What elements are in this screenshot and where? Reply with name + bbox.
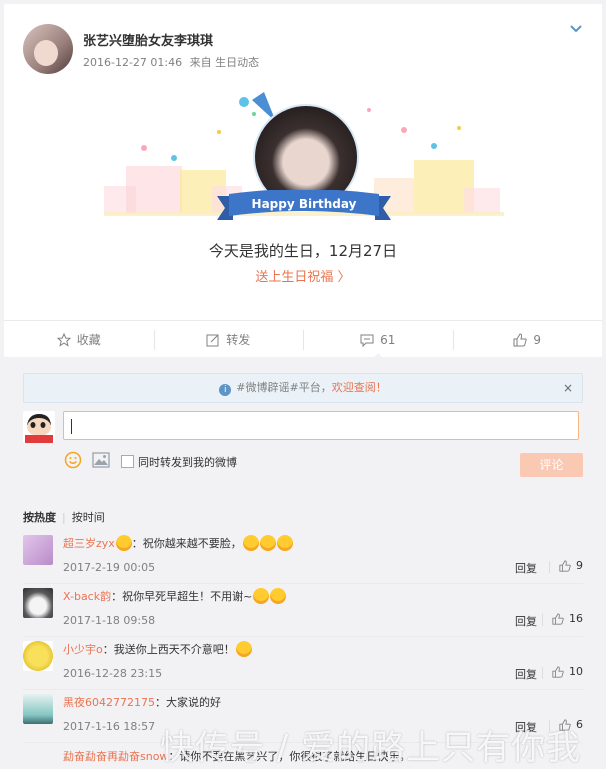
comment-item: 小少宇o：我送你上西天不介意吧！ 2016-12-28 23:15 回复 10	[23, 636, 583, 690]
comment-text: 超三岁zyx ：祝你越来越不要脸，	[63, 535, 293, 551]
thumbs-up-icon	[552, 612, 564, 625]
rumor-notice-bar: i #微博辟谣#平台，欢迎查阅！ ×	[23, 373, 583, 403]
post-meta: 2016-12-27 01:46 来自 生日动态	[83, 54, 263, 70]
comment-time: 2017-2-19 00:05	[63, 561, 156, 574]
chevron-down-icon[interactable]	[568, 20, 584, 36]
forward-to-my-weibo-label: 同时转发到我的微博	[138, 456, 237, 469]
ribbon-label: Happy Birthday	[251, 197, 357, 211]
comment-like-button[interactable]: 10	[542, 665, 583, 679]
comment-text: 小少宇o：我送你上西天不介意吧！	[63, 641, 252, 657]
emoji-icon	[276, 535, 293, 551]
forward-label: 转发	[226, 333, 251, 347]
my-avatar[interactable]	[23, 411, 55, 443]
thumbs-up-icon	[552, 665, 564, 678]
comment-body: ：祝你早死早超生！不用谢~	[111, 590, 253, 603]
commenter-avatar[interactable]	[23, 535, 53, 565]
poster-username[interactable]: 张艺兴堕胎女友李琪琪	[83, 30, 213, 49]
like-button[interactable]: 9	[452, 321, 603, 358]
commenter-name[interactable]: 小少宇o	[63, 643, 103, 656]
emoji-icon	[259, 535, 276, 551]
submit-comment-button[interactable]: 评论	[520, 453, 583, 477]
comment-button[interactable]: 61	[303, 321, 453, 359]
notice-link[interactable]: 欢迎查阅！	[332, 381, 387, 394]
comment-text: 黑夜6042772175：大家说的好	[63, 694, 221, 710]
comment-time: 2017-1-18 09:58	[63, 614, 156, 627]
commenter-name[interactable]: 超三岁zyx	[63, 537, 115, 550]
star-icon	[56, 332, 71, 347]
image-upload-icon[interactable]	[92, 452, 110, 468]
emoji-icon	[235, 641, 252, 657]
comment-body: ：我送你上西天不介意吧！	[102, 643, 235, 656]
emoji-icon[interactable]	[64, 451, 82, 469]
post-source[interactable]: 来自 生日动态	[190, 56, 260, 69]
sort-by-popularity[interactable]: 按热度	[23, 511, 56, 524]
comment-item: X-back韵：祝你早死早超生！不用谢~ 2017-1-18 09:58 回复 …	[23, 583, 583, 637]
watermark-text: 快传号 / 爱的路上只有你我	[160, 728, 582, 768]
comment-sort-bar: 按热度 | 按时间	[23, 509, 105, 525]
like-count: 9	[533, 332, 542, 347]
comment-item: 超三岁zyx ：祝你越来越不要脸， 2017-2-19 00:05 回复 9	[23, 530, 583, 584]
forward-to-my-weibo-checkbox[interactable]	[121, 455, 134, 468]
post-action-bar: 收藏 转发 61 9	[4, 320, 603, 359]
favorite-button[interactable]: 收藏	[4, 321, 154, 358]
birthday-message: 今天是我的生日，12月27日	[208, 242, 398, 260]
reply-button[interactable]: 回复	[515, 613, 537, 629]
comment-time: 2016-12-28 23:15	[63, 667, 163, 680]
comment-input[interactable]	[63, 411, 579, 440]
forward-button[interactable]: 转发	[153, 321, 304, 358]
comment-like-button[interactable]: 16	[542, 612, 583, 626]
commenter-avatar[interactable]	[23, 641, 53, 671]
comment-count: 61	[380, 332, 396, 347]
comment-text: X-back韵：祝你早死早超生！不用谢~	[63, 588, 287, 604]
commenter-name[interactable]: 黑夜6042772175	[63, 696, 155, 709]
comment-body: ：大家说的好	[155, 696, 221, 709]
favorite-label: 收藏	[76, 333, 101, 347]
emoji-icon	[115, 535, 132, 551]
emoji-icon	[270, 588, 287, 604]
post-timestamp[interactable]: 2016-12-27 01:46	[83, 56, 182, 69]
commenter-avatar[interactable]	[23, 588, 53, 618]
commenter-name[interactable]: X-back韵	[63, 590, 111, 603]
comment-like-button[interactable]: 9	[549, 559, 583, 573]
thumbs-up-icon	[513, 332, 528, 346]
comment-time: 2017-1-16 18:57	[63, 720, 156, 733]
comment-like-count: 16	[569, 612, 583, 625]
poster-avatar[interactable]	[23, 24, 73, 74]
sort-divider: |	[62, 511, 66, 524]
send-birthday-wishes-link[interactable]: 送上生日祝福 〉	[4, 266, 602, 285]
commenter-name[interactable]: 勐奋勐奋再勐奋snow	[63, 750, 168, 763]
text-caret	[71, 419, 72, 434]
info-icon: i	[219, 384, 232, 396]
weibo-post-card: 张艺兴堕胎女友李琪琪 2016-12-27 01:46 来自 生日动态 Happ…	[4, 4, 603, 359]
commenter-avatar[interactable]	[23, 694, 53, 724]
emoji-icon	[253, 588, 270, 604]
comment-like-count: 10	[569, 665, 583, 678]
thumbs-up-icon	[559, 559, 571, 572]
sort-by-time[interactable]: 按时间	[72, 511, 105, 524]
close-icon[interactable]: ×	[563, 374, 573, 402]
comment-icon	[360, 334, 374, 347]
reply-button[interactable]: 回复	[515, 666, 537, 682]
comment-like-count: 9	[576, 559, 583, 572]
emoji-icon	[242, 535, 259, 551]
comment-body: ：祝你越来越不要脸，	[131, 537, 242, 550]
notice-text: #微博辟谣#平台，	[236, 381, 332, 394]
forward-icon	[206, 334, 219, 346]
reply-button[interactable]: 回复	[515, 560, 537, 576]
